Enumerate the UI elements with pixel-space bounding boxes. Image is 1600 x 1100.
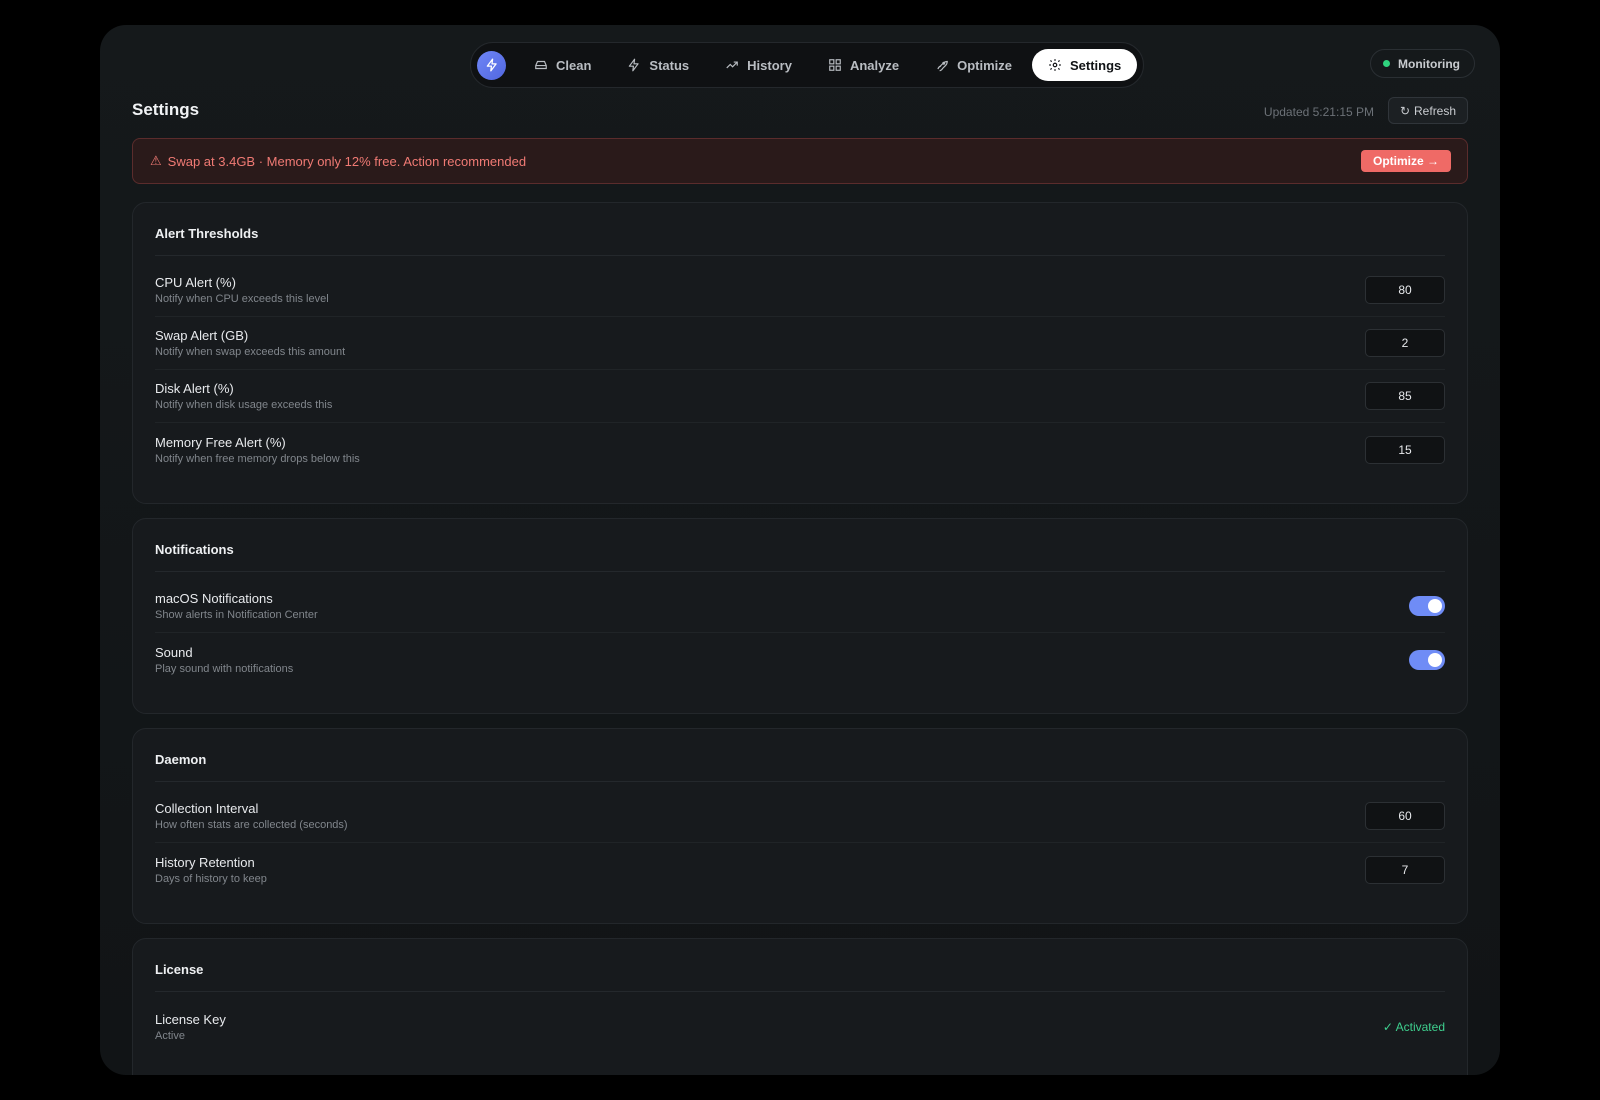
row-description: Active <box>155 1029 185 1042</box>
tab-status[interactable]: Status <box>611 49 705 81</box>
card-title: Notifications <box>155 519 1445 572</box>
status-dot-icon <box>1383 60 1391 67</box>
tab-clean[interactable]: Clean <box>518 49 607 81</box>
row-description: Notify when swap exceeds this amount <box>155 346 346 358</box>
row-label: Swap Alert (GB) <box>155 328 249 343</box>
row-description: Notify when CPU exceeds this level <box>155 293 329 305</box>
trend-icon <box>726 61 738 69</box>
settings-row-license-key: License Key Active ✓ Activated <box>155 1000 1445 1053</box>
lightning-icon <box>629 58 640 72</box>
monitoring-label: Monitoring <box>1398 56 1460 71</box>
collection-interval-input[interactable] <box>1365 802 1445 830</box>
settings-row-history-retention: History Retention Days of history to keep <box>155 843 1445 896</box>
row-label: License Key <box>155 1011 226 1027</box>
notifications-card: Notifications macOS Notifications Show al… <box>132 518 1468 714</box>
settings-row-collection-interval: Collection Interval How often stats are c… <box>155 790 1445 843</box>
app-logo-icon[interactable] <box>477 50 506 80</box>
alert-banner: ⚠ Swap at 3.4GB · Memory only 12% free. … <box>132 138 1468 184</box>
main-nav: Clean Status History Analyze Optimize Se… <box>470 42 1145 88</box>
row-description: Play sound with notifications <box>155 662 294 675</box>
tab-history[interactable]: History <box>709 49 808 81</box>
card-title: Alert Thresholds <box>155 203 1445 256</box>
drive-icon <box>535 60 547 70</box>
row-label: Memory Free Alert (%) <box>155 434 286 450</box>
tab-label: Settings <box>1069 57 1122 73</box>
license-activated-status: ✓ Activated <box>1382 1019 1445 1034</box>
sound-toggle[interactable] <box>1409 649 1445 670</box>
license-card: License License Key Active ✓ Activated <box>132 938 1468 1075</box>
disk-alert-input[interactable] <box>1365 382 1445 410</box>
memory-free-alert-input[interactable] <box>1365 435 1445 464</box>
refresh-button[interactable]: ↻ Refresh <box>1388 97 1468 124</box>
row-label: CPU Alert (%) <box>155 275 236 290</box>
alert-text: Swap at 3.4GB · Memory only 12% free. Ac… <box>167 153 527 169</box>
tab-optimize[interactable]: Optimize <box>919 49 1028 81</box>
settings-row-sound: Sound Play sound with notifications <box>155 633 1445 686</box>
row-description: Notify when disk usage exceeds this <box>155 399 333 411</box>
toggle-knob <box>1428 652 1442 667</box>
tab-label: Optimize <box>957 57 1012 73</box>
row-description: Days of history to keep <box>155 872 267 885</box>
card-title: License <box>155 939 1445 992</box>
row-label: macOS Notifications <box>155 591 273 606</box>
settings-row-macos-notifications: macOS Notifications Show alerts in Notifi… <box>155 580 1445 633</box>
row-description: How often stats are collected (seconds) <box>155 819 348 831</box>
tab-label: History <box>747 57 792 73</box>
row-label: Disk Alert (%) <box>155 381 234 396</box>
app-window: Clean Status History Analyze Optimize Se… <box>100 25 1500 1075</box>
tab-settings[interactable]: Settings <box>1031 49 1138 81</box>
settings-row-cpu-alert: CPU Alert (%) Notify when CPU exceeds thi… <box>155 264 1445 317</box>
rocket-icon <box>937 60 948 72</box>
monitoring-status-badge[interactable]: Monitoring <box>1370 49 1475 78</box>
updated-timestamp: Updated 5:21:15 PM <box>1263 105 1374 119</box>
gear-icon <box>1049 59 1061 71</box>
warning-icon: ⚠ <box>150 153 162 168</box>
cpu-alert-input[interactable] <box>1365 276 1445 304</box>
macos-notifications-toggle[interactable] <box>1409 596 1445 616</box>
page-title: Settings <box>132 100 200 119</box>
row-label: History Retention <box>155 854 255 870</box>
row-label: Collection Interval <box>155 801 259 816</box>
swap-alert-input[interactable] <box>1365 329 1445 357</box>
settings-row-memory-alert: Memory Free Alert (%) Notify when free me… <box>155 423 1445 476</box>
card-title: Daemon <box>155 729 1445 782</box>
row-description: Show alerts in Notification Center <box>155 609 318 621</box>
tab-label: Analyze <box>849 57 900 73</box>
settings-row-disk-alert: Disk Alert (%) Notify when disk usage exc… <box>155 370 1445 423</box>
grid-icon <box>829 59 841 71</box>
tab-analyze[interactable]: Analyze <box>812 49 915 81</box>
optimize-button[interactable]: Optimize → <box>1360 150 1451 172</box>
row-description: Notify when free memory drops below this <box>155 452 360 465</box>
alert-message: ⚠ Swap at 3.4GB · Memory only 12% free. … <box>150 153 526 169</box>
settings-row-swap-alert: Swap Alert (GB) Notify when swap exceeds … <box>155 317 1445 370</box>
refresh-label: Refresh <box>1414 103 1457 118</box>
row-label: Sound <box>155 644 193 660</box>
toggle-knob <box>1428 599 1442 613</box>
history-retention-input[interactable] <box>1365 855 1445 884</box>
tab-label: Clean <box>556 57 592 73</box>
alert-thresholds-card: Alert Thresholds CPU Alert (%) Notify whe… <box>132 202 1468 504</box>
tab-label: Status <box>649 57 690 73</box>
daemon-card: Daemon Collection Interval How often stat… <box>132 728 1468 924</box>
refresh-icon: ↻ <box>1399 103 1411 118</box>
